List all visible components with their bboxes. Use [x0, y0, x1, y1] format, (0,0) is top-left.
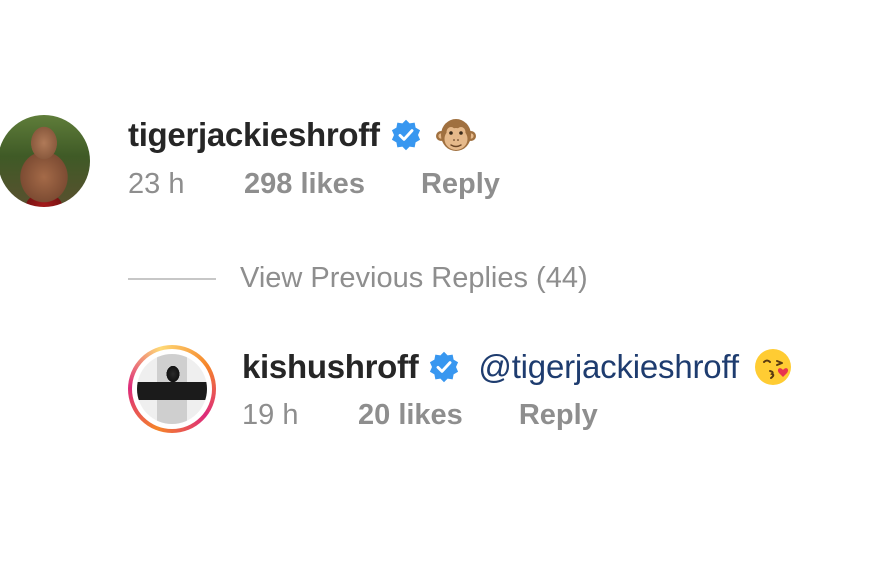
comment-body: tigerjackieshroff 23 h 298 likes Reply	[128, 116, 500, 201]
view-previous-replies-label[interactable]: View Previous Replies (44)	[240, 262, 588, 295]
comment-body: kishushroff @tigerjackieshroff 19 h 20 l…	[242, 348, 793, 432]
mention-link[interactable]: @tigerjackieshroff	[478, 348, 739, 386]
verified-badge-icon	[391, 119, 420, 151]
comment-meta: 19 h 20 likes Reply	[242, 399, 793, 432]
comment-tigerjackieshroff: tigerjackieshroff 23 h 298 likes Reply	[0, 115, 500, 207]
reply-button[interactable]: Reply	[421, 168, 500, 201]
comment-time: 23 h	[128, 168, 185, 200]
avatar[interactable]	[137, 354, 207, 424]
comment-time: 19 h	[242, 399, 299, 431]
comment-header: kishushroff @tigerjackieshroff	[242, 348, 793, 386]
likes-count[interactable]: 20 likes	[358, 399, 463, 432]
likes-count[interactable]: 298 likes	[244, 168, 365, 201]
divider-line	[128, 277, 216, 280]
username[interactable]: kishushroff	[242, 348, 419, 386]
comment-kishushroff: kishushroff @tigerjackieshroff 19 h 20 l…	[128, 345, 793, 433]
view-previous-replies[interactable]: View Previous Replies (44)	[128, 262, 588, 295]
verified-badge-icon	[430, 351, 459, 383]
avatar[interactable]	[0, 115, 90, 207]
kissing-face-emoji-icon	[754, 349, 791, 385]
monkey-emoji-icon	[435, 119, 476, 151]
comment-meta: 23 h 298 likes Reply	[128, 168, 500, 201]
avatar-story-ring[interactable]	[128, 345, 216, 433]
username[interactable]: tigerjackieshroff	[128, 116, 380, 154]
reply-button[interactable]: Reply	[519, 399, 598, 432]
comment-header: tigerjackieshroff	[128, 116, 500, 154]
